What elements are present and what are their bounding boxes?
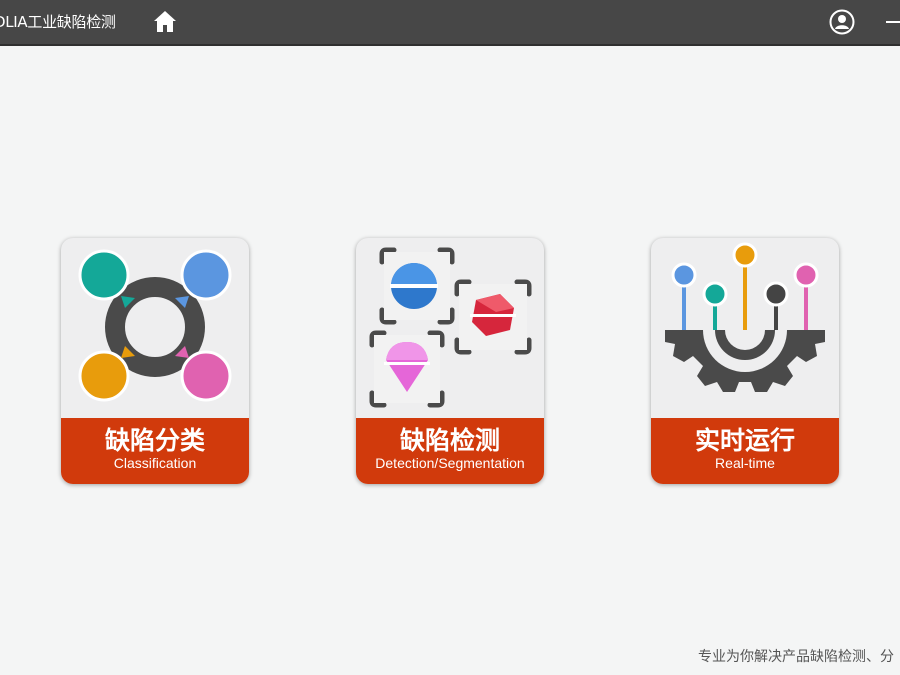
classification-cycle-icon [61,238,249,418]
card-subtitle: Detection/Segmentation [375,455,525,471]
footer-slogan: 专业为你解决产品缺陷检测、分 [698,649,894,665]
user-account-icon[interactable] [828,8,856,36]
card-title: 实时运行 [694,426,795,455]
card-subtitle: Classification [113,455,197,471]
realtime-label: 实时运行 Real-time [651,418,839,484]
card-title: 缺陷检测 [399,426,500,455]
card-subtitle: Real-time [715,455,775,471]
detection-card[interactable]: 缺陷检测 Detection/Segmentation [356,238,544,484]
detection-label: 缺陷检测 Detection/Segmentation [356,418,544,484]
title-bar: DLIA工业缺陷检测 [0,0,900,46]
classification-card[interactable]: 缺陷分类 Classification [61,238,249,484]
home-icon[interactable] [152,9,178,35]
card-title: 缺陷分类 [104,426,205,455]
app-title: DLIA工业缺陷检测 [0,13,116,31]
minimize-icon[interactable] [884,10,900,34]
classification-label: 缺陷分类 Classification [61,418,249,484]
realtime-card[interactable]: 实时运行 Real-time [651,238,839,484]
detection-targets-icon [356,238,544,418]
realtime-gear-icon [651,238,839,418]
